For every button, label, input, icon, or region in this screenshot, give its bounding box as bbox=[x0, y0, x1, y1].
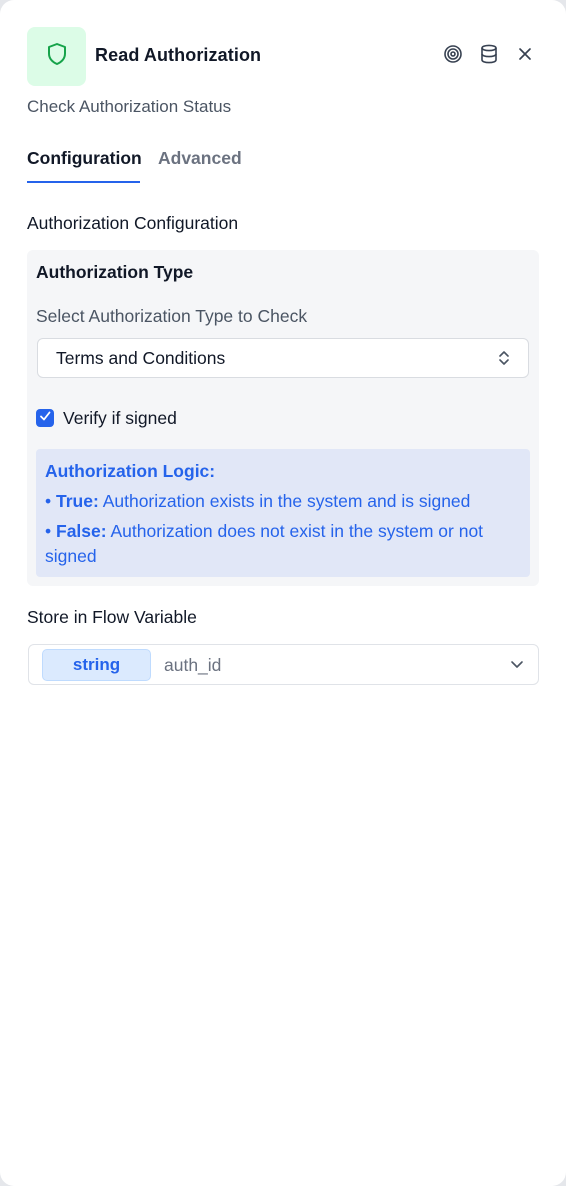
node-icon-tile bbox=[27, 27, 86, 86]
authorization-logic-info: Authorization Logic: • True: Authorizati… bbox=[36, 449, 530, 577]
chevron-up-down-icon bbox=[498, 350, 510, 371]
logic-false-text: Authorization does not exist in the syst… bbox=[45, 521, 484, 566]
section-title: Authorization Configuration bbox=[27, 213, 239, 233]
variable-name: auth_id bbox=[164, 655, 222, 675]
database-icon bbox=[480, 44, 498, 69]
verify-signed-checkbox[interactable] bbox=[36, 409, 54, 427]
select-value: Terms and Conditions bbox=[56, 348, 226, 368]
target-icon bbox=[443, 44, 463, 69]
verify-signed-label[interactable]: Verify if signed bbox=[63, 408, 177, 429]
flow-variable-select[interactable]: string auth_id bbox=[28, 644, 539, 685]
target-button[interactable] bbox=[441, 44, 465, 68]
check-icon bbox=[39, 409, 51, 427]
active-tab-indicator bbox=[27, 181, 140, 183]
close-button[interactable] bbox=[513, 44, 537, 68]
tab-bar: Configuration Advanced bbox=[27, 148, 539, 184]
node-title: Read Authorization bbox=[95, 45, 262, 65]
panel-header: Read Authorization bbox=[27, 27, 539, 86]
tab-configuration[interactable]: Configuration bbox=[27, 148, 142, 169]
store-variable-label: Store in Flow Variable bbox=[27, 607, 197, 627]
card-title: Authorization Type bbox=[36, 262, 194, 282]
logic-title: Authorization Logic: bbox=[45, 461, 216, 481]
logic-false-key: False: bbox=[56, 521, 107, 541]
logic-true-text: Authorization exists in the system and i… bbox=[102, 491, 471, 511]
select-label: Select Authorization Type to Check bbox=[36, 306, 308, 326]
logic-false-item: • False: Authorization does not exist in… bbox=[45, 521, 484, 566]
authorization-type-card: Authorization Type Select Authorization … bbox=[27, 250, 539, 586]
chevron-down-icon bbox=[510, 657, 524, 676]
variable-type-badge: string bbox=[42, 649, 151, 681]
node-subtitle: Check Authorization Status bbox=[27, 97, 232, 116]
tab-advanced[interactable]: Advanced bbox=[158, 148, 242, 169]
logic-true-item: • True: Authorization exists in the syst… bbox=[45, 491, 471, 511]
database-button[interactable] bbox=[477, 44, 501, 68]
shield-icon bbox=[46, 42, 68, 71]
close-icon bbox=[517, 46, 533, 67]
authorization-type-select[interactable]: Terms and Conditions bbox=[37, 338, 529, 378]
logic-true-key: True: bbox=[56, 491, 99, 511]
node-config-panel: Read Authorization Check Authorization S… bbox=[0, 0, 566, 1186]
